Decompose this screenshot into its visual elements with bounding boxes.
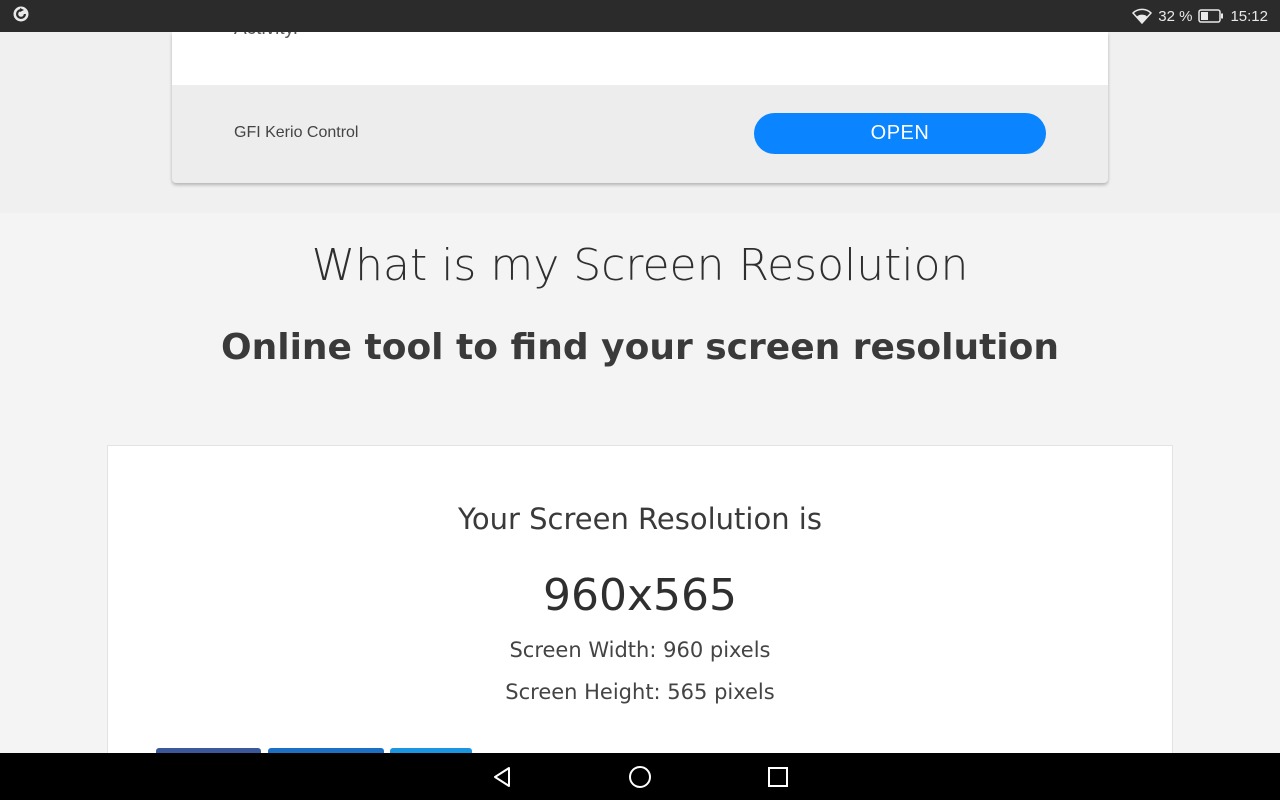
ad-open-button[interactable]: OPEN (754, 113, 1046, 154)
wifi-icon (1132, 8, 1153, 24)
screen-width-text: Screen Width: 960 pixels (509, 638, 771, 662)
resolution-value: 960x565 (542, 570, 737, 621)
resolution-card: Your Screen Resolution is 960x565 Screen… (107, 445, 1173, 753)
home-icon[interactable] (626, 763, 654, 791)
app-notification-icon (12, 5, 30, 27)
battery-icon (1198, 9, 1224, 23)
resolution-label: Your Screen Resolution is (458, 502, 822, 536)
recents-icon[interactable] (764, 763, 792, 791)
navigation-bar (0, 753, 1280, 800)
web-page[interactable]: Activity. GFI Kerio Control OPEN What is… (0, 32, 1280, 753)
clock: 15:12 (1230, 7, 1268, 25)
page-title: What is my Screen Resolution (311, 240, 969, 291)
back-icon[interactable] (488, 763, 516, 791)
battery-percent: 32 % (1158, 7, 1193, 25)
status-left (12, 5, 30, 27)
status-right: 32 % 15:12 (1132, 8, 1268, 25)
screen-height-text: Screen Height: 565 pixels (505, 680, 775, 704)
status-bar: 32 % 15:12 (0, 0, 1280, 32)
ad-top-text: Activity. (234, 32, 298, 40)
ad-top-panel: Activity. (172, 32, 1108, 85)
ad-card[interactable]: Activity. GFI Kerio Control OPEN (172, 32, 1108, 183)
ad-advertiser-name: GFI Kerio Control (234, 124, 359, 141)
page-subtitle: Online tool to find your screen resoluti… (221, 327, 1059, 368)
ad-area: Activity. GFI Kerio Control OPEN (0, 32, 1280, 213)
